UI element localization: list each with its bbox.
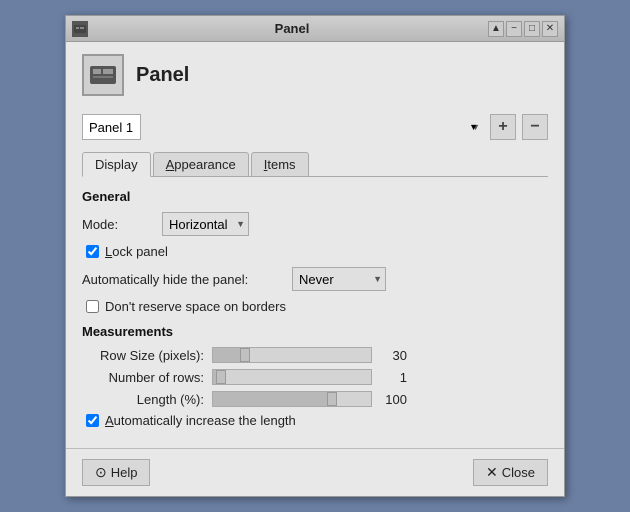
window-maximize-btn[interactable]: □ [524, 21, 540, 37]
panel-select-arrow: ▼ [471, 122, 480, 132]
panel-select-wrapper: Panel 1 ▼ [82, 114, 484, 140]
mode-select-wrapper: Horizontal Vertical Deskbar ▼ [162, 212, 249, 236]
lock-panel-checkbox[interactable] [86, 245, 99, 258]
tab-display[interactable]: Display [82, 152, 151, 177]
length-slider-container [212, 391, 372, 407]
reserve-space-row: Don't reserve space on borders [82, 299, 548, 314]
auto-hide-select-wrapper: Never Always Intelligently ▼ [292, 267, 386, 291]
row-size-value: 30 [372, 348, 407, 363]
row-size-slider-container [212, 347, 372, 363]
help-icon: ⊙ [95, 464, 107, 481]
dialog-header: Panel [66, 42, 564, 108]
measurements-section-title: Measurements [82, 324, 548, 339]
app-icon [72, 21, 88, 37]
lock-panel-row: Lock panel [82, 244, 548, 259]
tab-content: General Mode: Horizontal Vertical Deskba… [66, 177, 564, 448]
auto-hide-label: Automatically hide the panel: [82, 272, 292, 287]
panel-selector-row: Panel 1 ▼ + − [66, 108, 564, 146]
close-button[interactable]: ✕ Close [473, 459, 548, 486]
reserve-space-label: Don't reserve space on borders [105, 299, 286, 314]
num-rows-slider-thumb[interactable] [216, 370, 226, 384]
num-rows-row: Number of rows: 1 [82, 369, 548, 385]
panel-window: Panel ▲ − □ ✕ Panel Panel 1 ▼ + − [65, 15, 565, 497]
num-rows-label: Number of rows: [82, 370, 212, 385]
add-panel-button[interactable]: + [490, 114, 516, 140]
tab-bar: Display Appearance Items [82, 152, 548, 177]
reserve-space-checkbox[interactable] [86, 300, 99, 313]
auto-hide-select[interactable]: Never Always Intelligently [292, 267, 386, 291]
tab-items[interactable]: Items [251, 152, 309, 176]
general-section-title: General [82, 189, 548, 204]
remove-panel-button[interactable]: − [522, 114, 548, 140]
window-controls: ▲ − □ ✕ [488, 21, 558, 37]
length-slider-fill [213, 392, 332, 406]
num-rows-slider-container [212, 369, 372, 385]
length-value: 100 [372, 392, 407, 407]
mode-select[interactable]: Horizontal Vertical Deskbar [162, 212, 249, 236]
row-size-slider-thumb[interactable] [240, 348, 250, 362]
help-label: Help [111, 465, 138, 480]
auto-increase-row: Automatically increase the length [82, 413, 548, 428]
auto-increase-label: Automatically increase the length [105, 413, 296, 428]
window-close-btn[interactable]: ✕ [542, 21, 558, 37]
close-icon: ✕ [486, 464, 498, 481]
help-button[interactable]: ⊙ Help [82, 459, 150, 486]
window-title: Panel [96, 21, 488, 36]
lock-panel-label: Lock panel [105, 244, 168, 259]
window-up-btn[interactable]: ▲ [488, 21, 504, 37]
measurements-section: Measurements Row Size (pixels): 30 Numbe… [82, 324, 548, 428]
titlebar: Panel ▲ − □ ✕ [66, 16, 564, 42]
mode-row: Mode: Horizontal Vertical Deskbar ▼ [82, 212, 548, 236]
row-size-label: Row Size (pixels): [82, 348, 212, 363]
length-row: Length (%): 100 [82, 391, 548, 407]
num-rows-value: 1 [372, 370, 407, 385]
row-size-row: Row Size (pixels): 30 [82, 347, 548, 363]
auto-hide-row: Automatically hide the panel: Never Alwa… [82, 267, 548, 291]
length-slider-thumb[interactable] [327, 392, 337, 406]
tab-appearance[interactable]: Appearance [153, 152, 249, 176]
dialog-title: Panel [136, 64, 189, 87]
length-label: Length (%): [82, 392, 212, 407]
dialog-footer: ⊙ Help ✕ Close [66, 448, 564, 496]
window-minimize-btn[interactable]: − [506, 21, 522, 37]
dialog-icon [82, 54, 124, 96]
mode-label: Mode: [82, 217, 162, 232]
close-label: Close [502, 465, 535, 480]
panel-select[interactable]: Panel 1 [82, 114, 141, 140]
auto-increase-checkbox[interactable] [86, 414, 99, 427]
